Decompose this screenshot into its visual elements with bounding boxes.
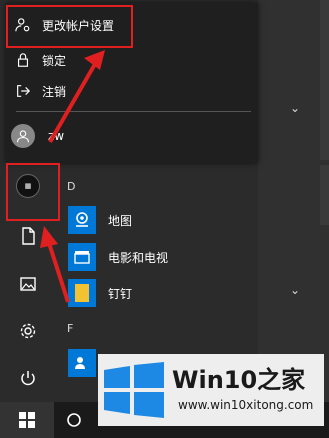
start-button[interactable] bbox=[0, 402, 54, 438]
windows-icon bbox=[19, 412, 35, 428]
watermark-url: www.win10xitong.com bbox=[178, 398, 314, 412]
watermark: Win10之家 www.win10xitong.com bbox=[98, 354, 324, 426]
windows-logo-icon bbox=[104, 362, 164, 418]
search-circle-icon bbox=[67, 413, 81, 427]
watermark-title: Win10之家 bbox=[172, 366, 306, 394]
arrow-head bbox=[40, 226, 58, 248]
arrow-line bbox=[48, 63, 97, 143]
search-button[interactable] bbox=[64, 410, 84, 430]
arrow-line bbox=[46, 239, 70, 303]
